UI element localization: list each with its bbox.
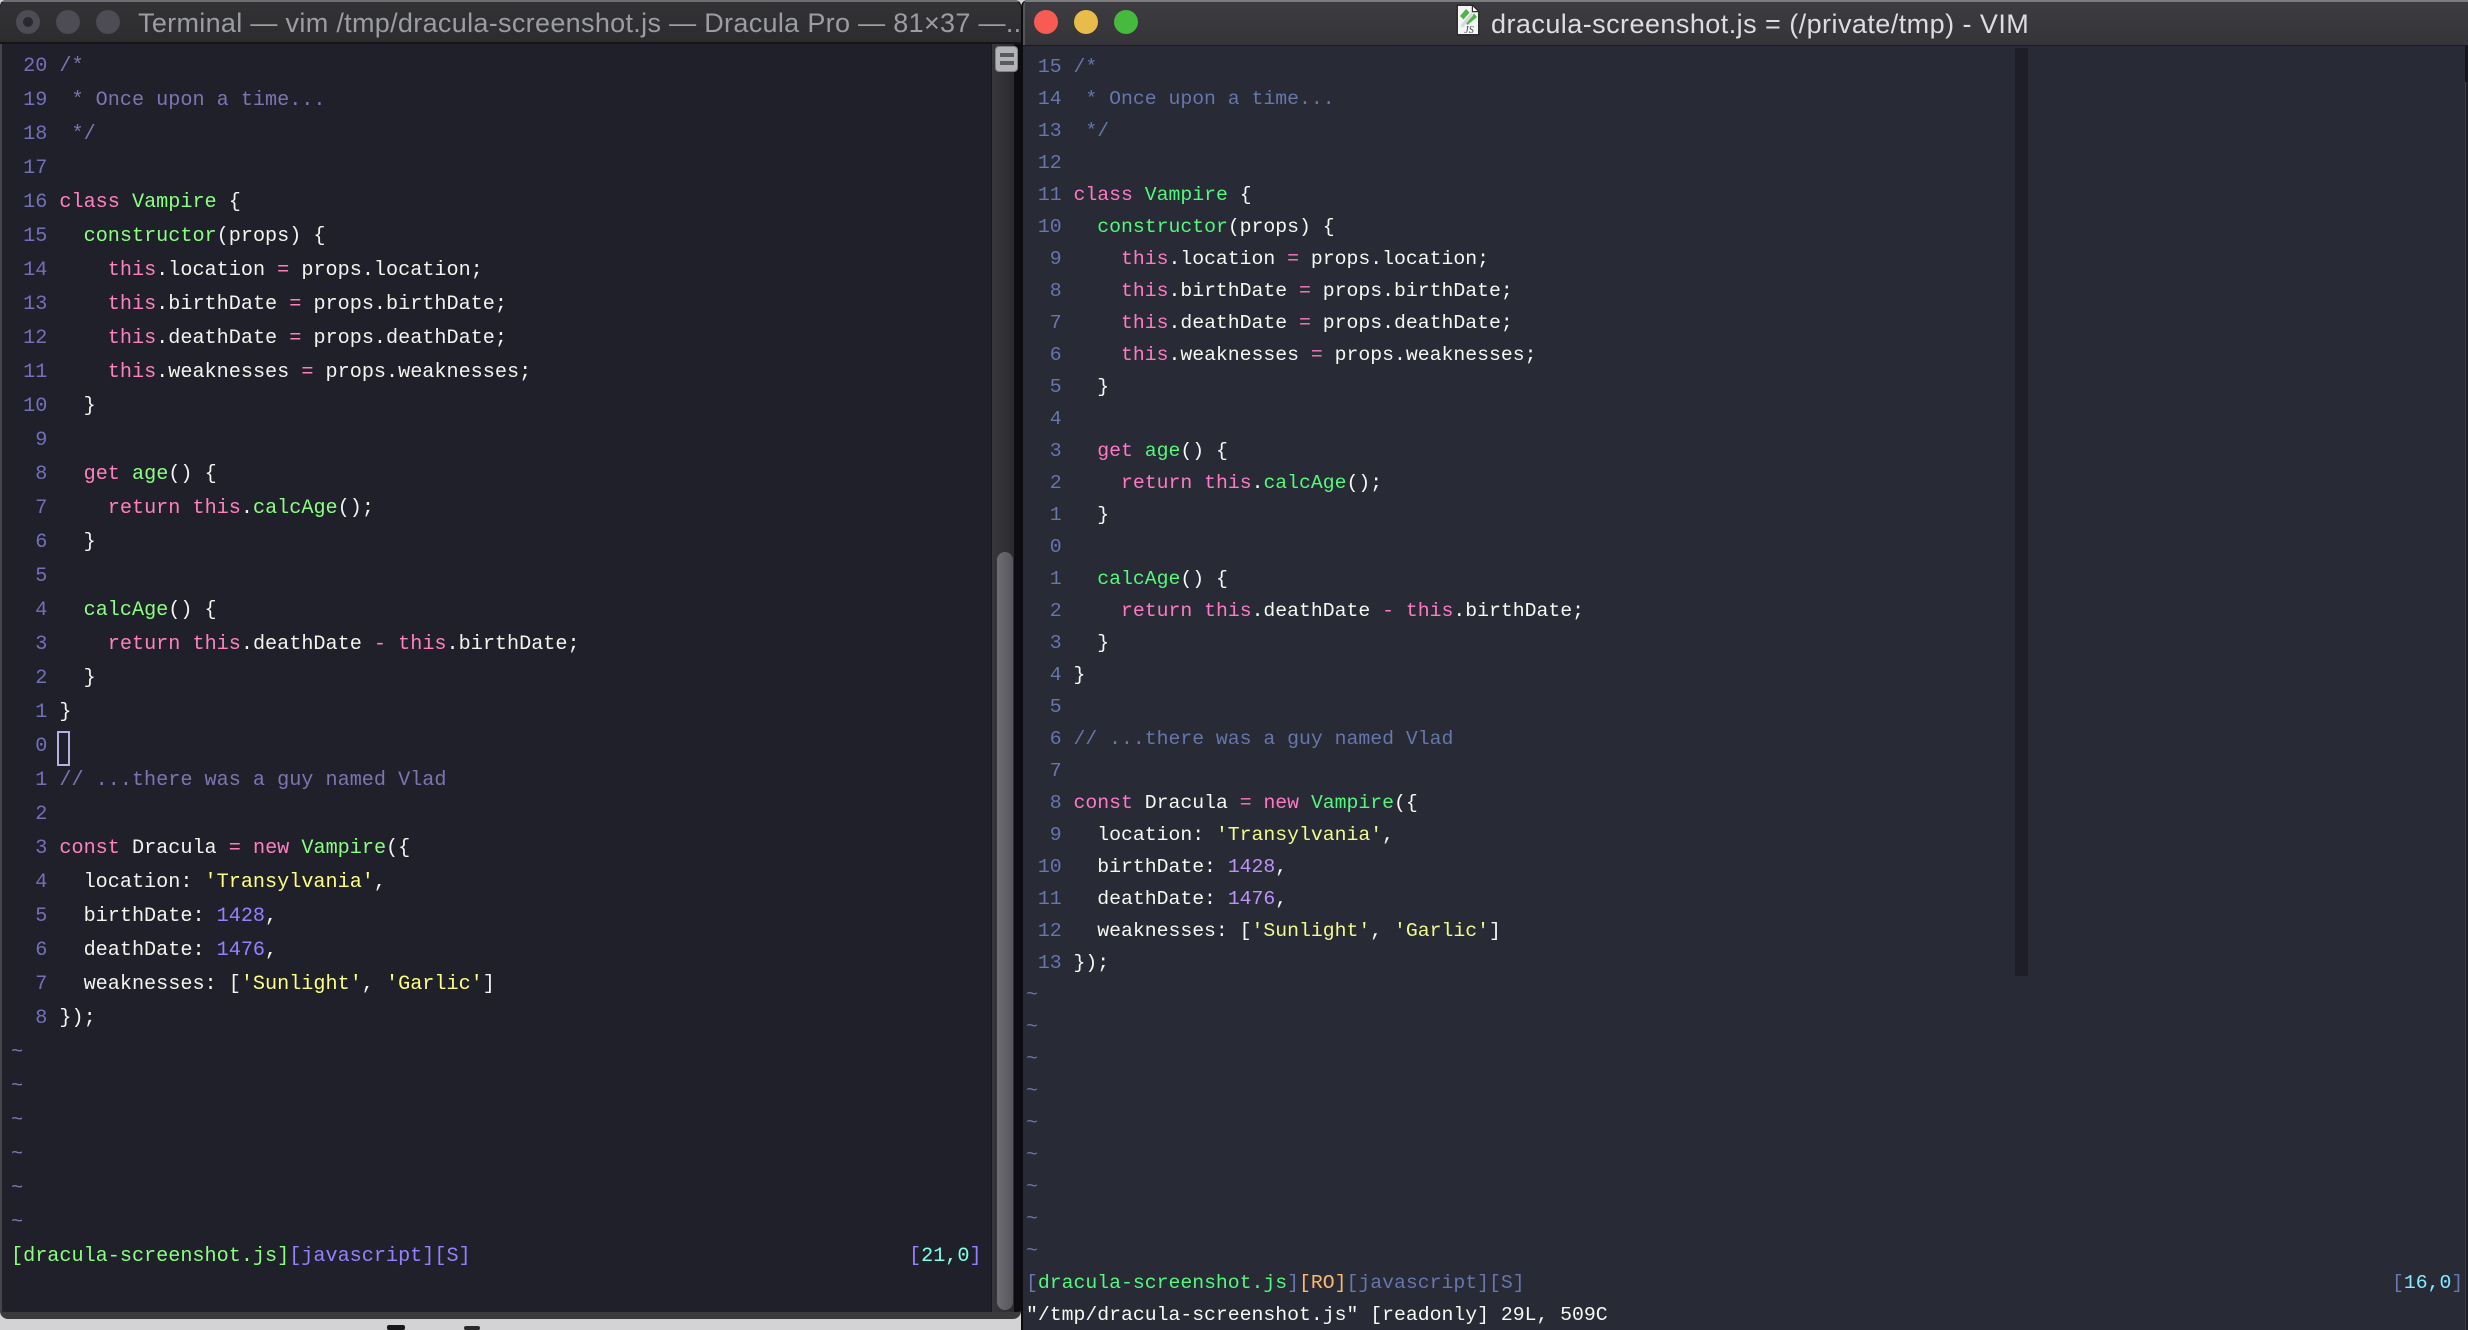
svg-text:JS: JS [1464,25,1473,36]
